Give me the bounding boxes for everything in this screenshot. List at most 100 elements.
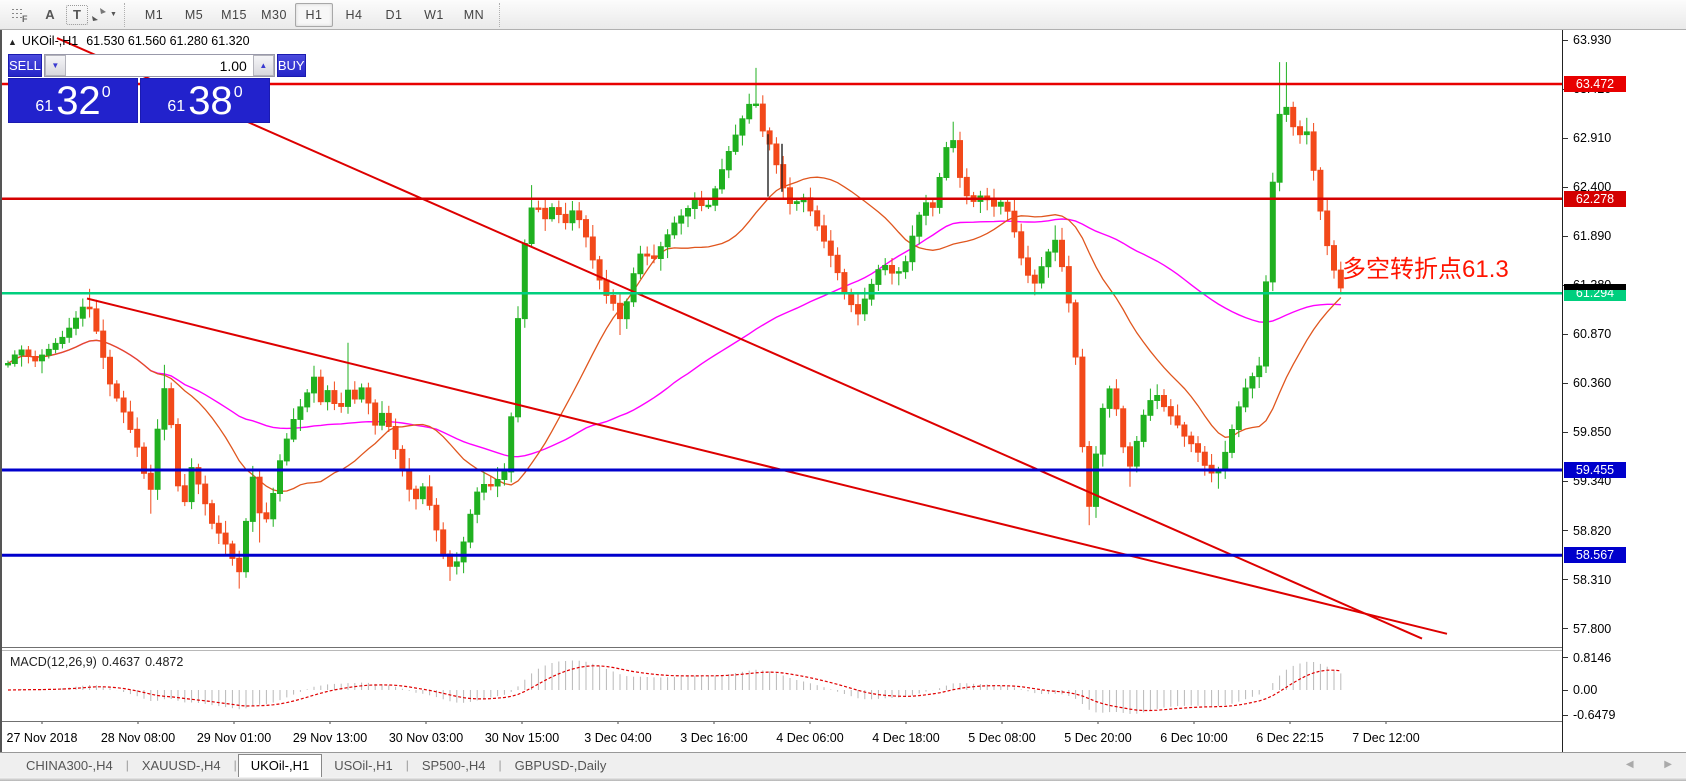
tabs-scroll-right-icon[interactable]: ▶ [1664,759,1672,770]
price-tick-label: 60.360 [1573,376,1612,390]
price-tick-mark [1563,579,1568,581]
timeframe-mn[interactable]: MN [455,3,493,27]
text-label-icon[interactable]: A [36,3,64,27]
timeframe-m15[interactable]: M15 [215,3,253,27]
timeframe-h1[interactable]: H1 [295,2,333,27]
price-tick-label: 59.850 [1573,425,1612,439]
price-tick-mark [1563,382,1568,384]
one-click-trading-panel: SELL ▼ ▲ BUY 61320 61380 [8,54,306,123]
sell-price-display[interactable]: 61 32 0 [8,78,138,123]
current-price-marker [1564,283,1626,290]
volume-control: ▼ ▲ [43,54,275,77]
buy-price-big: 38 [188,79,233,123]
time-axis-label: 4 Dec 06:00 [776,731,844,745]
toolbar: F A T ▼ M1 M5 M15 M30 H1 H4 D1 W1 MN [0,0,1686,30]
toolbar-separator [499,2,504,27]
text-box-icon[interactable]: T [66,4,88,25]
macd-tick-mark [1563,714,1568,716]
sell-price-big: 32 [56,79,101,123]
chart-objects[interactable] [2,37,1562,640]
price-tick-mark [1563,137,1568,139]
macd-tick-label: 0.00 [1573,683,1598,697]
macd-name: MACD(12,26,9) [10,655,97,669]
macd-indicator-label: MACD(12,26,9) 0.4637 0.4872 [10,655,188,669]
time-axis-label: 29 Nov 01:00 [196,731,272,745]
price-tick-mark [1563,39,1568,41]
buy-button[interactable]: BUY [276,54,306,77]
time-axis-label: 5 Dec 08:00 [968,731,1036,745]
dropdown-caret-icon: ▼ [110,11,117,18]
price-level-badge: 62.278 [1564,190,1626,207]
time-axis-label: 30 Nov 15:00 [484,731,560,745]
macd-pane [7,660,1342,714]
buy-price-display[interactable]: 61 38 0 [140,78,270,123]
price-tick-mark [1563,628,1568,630]
chart-text-annotation: 多空转折点61.3 [1342,256,1509,283]
timeframe-w1[interactable]: W1 [415,3,453,27]
candles [5,62,1344,589]
tab-ukoil[interactable]: UKOil-,H1 [237,754,323,778]
volume-increase-button[interactable]: ▲ [252,55,274,76]
timeframe-d1[interactable]: D1 [375,3,413,27]
buy-price-prefix: 61 [167,98,186,115]
macd-tick-label: -0.6479 [1573,708,1616,723]
price-axis[interactable]: 63.93063.42062.91062.40061.89061.38060.8… [1562,30,1686,752]
price-tick-label: 58.820 [1573,523,1612,538]
volume-input[interactable] [65,55,253,76]
tab-gbpusd[interactable]: GBPUSD-,Daily [503,755,619,777]
price-tick-mark [1563,186,1568,188]
arrows-tool-icon[interactable]: ▼ [90,3,118,27]
sell-button[interactable]: SELL [8,54,42,77]
time-axis[interactable]: 27 Nov 2018 28 Nov 08:00 29 Nov 01:00 29 No… [2,724,1562,752]
macd-tick-label: 0.8146 [1573,650,1612,665]
time-axis-label: 7 Dec 12:00 [1352,731,1420,745]
ohlc-values: 61.530 61.560 61.280 61.320 [86,34,250,48]
time-axis-label: 4 Dec 18:00 [872,731,940,745]
timeframe-m30[interactable]: M30 [255,3,293,27]
chart-tabs-bar: CHINA300-,H4 | XAUUSD-,H4 | UKOil-,H1 US… [0,752,1686,778]
sell-price-sup: 0 [101,84,111,101]
time-axis-label: 6 Dec 22:15 [1256,731,1324,745]
price-tick-mark [1563,333,1568,335]
price-tick-label: 60.870 [1573,327,1612,341]
time-axis-label: 6 Dec 10:00 [1160,731,1228,745]
time-axis-label: 30 Nov 03:00 [388,731,464,745]
tab-xauusd[interactable]: XAUUSD-,H4 [130,755,233,777]
price-tick-mark [1563,431,1568,433]
price-tick-label: 62.910 [1573,131,1612,145]
price-tick-mark [1563,480,1568,482]
timeframe-m1[interactable]: M1 [135,3,173,27]
volume-decrease-button[interactable]: ▼ [44,55,66,76]
price-level-badge: 59.455 [1564,461,1626,478]
timeframe-h4[interactable]: H4 [335,3,373,27]
toolbar-separator [124,2,129,27]
grid-f-icon[interactable]: F [6,3,34,27]
collapse-arrow-icon[interactable]: ▲ [8,37,17,47]
price-tick-mark [1563,235,1568,237]
price-tick-mark [1563,530,1568,532]
macd-signal-value: 0.4872 [145,655,184,669]
tab-sp500[interactable]: SP500-,H4 [410,755,498,777]
macd-tick-mark [1563,657,1568,659]
timeframe-m5[interactable]: M5 [175,3,213,27]
status-strip [0,777,1686,781]
mt4-terminal: F A T ▼ M1 M5 M15 M30 H1 H4 D1 W1 MN ▲ UK… [0,0,1686,781]
price-tick-label: 58.310 [1573,572,1612,587]
tabs-scroll-left-icon[interactable]: ◀ [1626,759,1634,770]
tab-china300[interactable]: CHINA300-,H4 [14,755,125,777]
time-axis-label: 29 Nov 13:00 [292,731,368,745]
time-axis-label: 5 Dec 20:00 [1064,731,1132,745]
chart-region: ▲ UKOil-,H1 61.530 61.560 61.280 61.320 SE… [0,30,1562,752]
chart-canvas[interactable] [2,30,1562,752]
arrows-glyph [92,8,107,21]
time-axis-label: 28 Nov 08:00 [100,731,176,745]
price-tick-label: 61.890 [1573,229,1612,243]
svg-text:F: F [22,14,28,23]
time-axis-label: 27 Nov 2018 [6,731,78,745]
sell-price-prefix: 61 [35,98,54,115]
pane-separators [2,647,1562,722]
price-tick-label: 63.930 [1573,33,1612,47]
buy-price-sup: 0 [233,84,243,101]
tab-usoil[interactable]: USOil-,H1 [322,755,405,777]
macd-main-value: 0.4637 [101,655,141,669]
